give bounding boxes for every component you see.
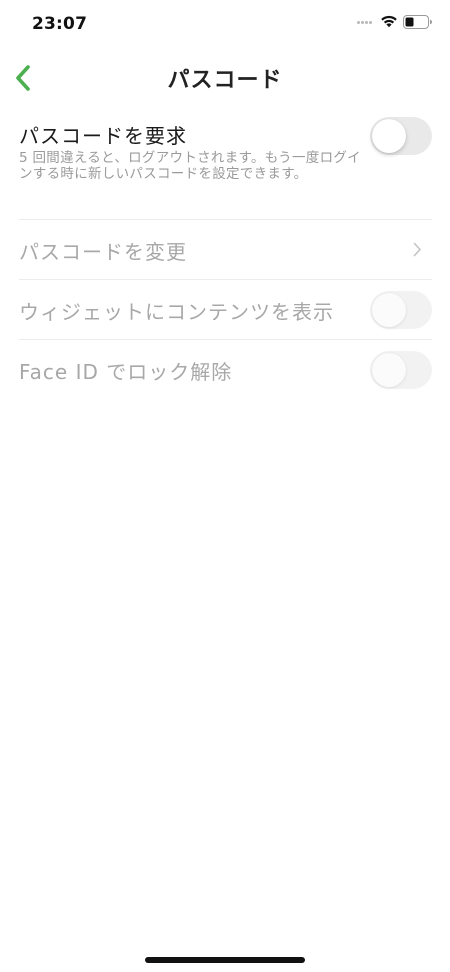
- change-passcode-row[interactable]: パスコードを変更: [19, 220, 432, 280]
- widget-content-label: ウィジェットにコンテンツを表示: [19, 300, 334, 324]
- chevron-right-icon: [413, 242, 421, 257]
- status-bar: 23:07: [0, 0, 450, 48]
- wifi-icon: [381, 15, 397, 28]
- toggle-knob: [372, 353, 406, 387]
- home-indicator[interactable]: [145, 957, 305, 963]
- face-id-unlock-toggle[interactable]: [370, 351, 432, 389]
- status-time: 23:07: [32, 14, 88, 34]
- navigation-bar: パスコード: [0, 48, 450, 108]
- change-passcode-label: パスコードを変更: [19, 240, 187, 264]
- require-passcode-toggle[interactable]: [370, 117, 432, 155]
- require-passcode-label: パスコードを要求: [19, 124, 187, 148]
- widget-content-toggle[interactable]: [370, 291, 432, 329]
- page-title: パスコード: [167, 68, 283, 93]
- face-id-unlock-label: Face ID でロック解除: [19, 360, 233, 384]
- battery-icon: [403, 15, 432, 29]
- require-passcode-description: 5 回間違えると、ログアウトされます。もう一度ログインする時に新しいパスコードを…: [19, 150, 361, 182]
- widget-content-row: ウィジェットにコンテンツを表示: [19, 280, 432, 340]
- cellular-signal-icon: [357, 21, 377, 25]
- require-passcode-row: パスコードを要求 5 回間違えると、ログアウトされます。もう一度ログインする時に…: [19, 108, 432, 220]
- settings-list: パスコードを要求 5 回間違えると、ログアウトされます。もう一度ログインする時に…: [0, 108, 450, 399]
- face-id-unlock-row: Face ID でロック解除: [19, 340, 432, 399]
- toggle-knob: [372, 119, 406, 153]
- toggle-knob: [372, 293, 406, 327]
